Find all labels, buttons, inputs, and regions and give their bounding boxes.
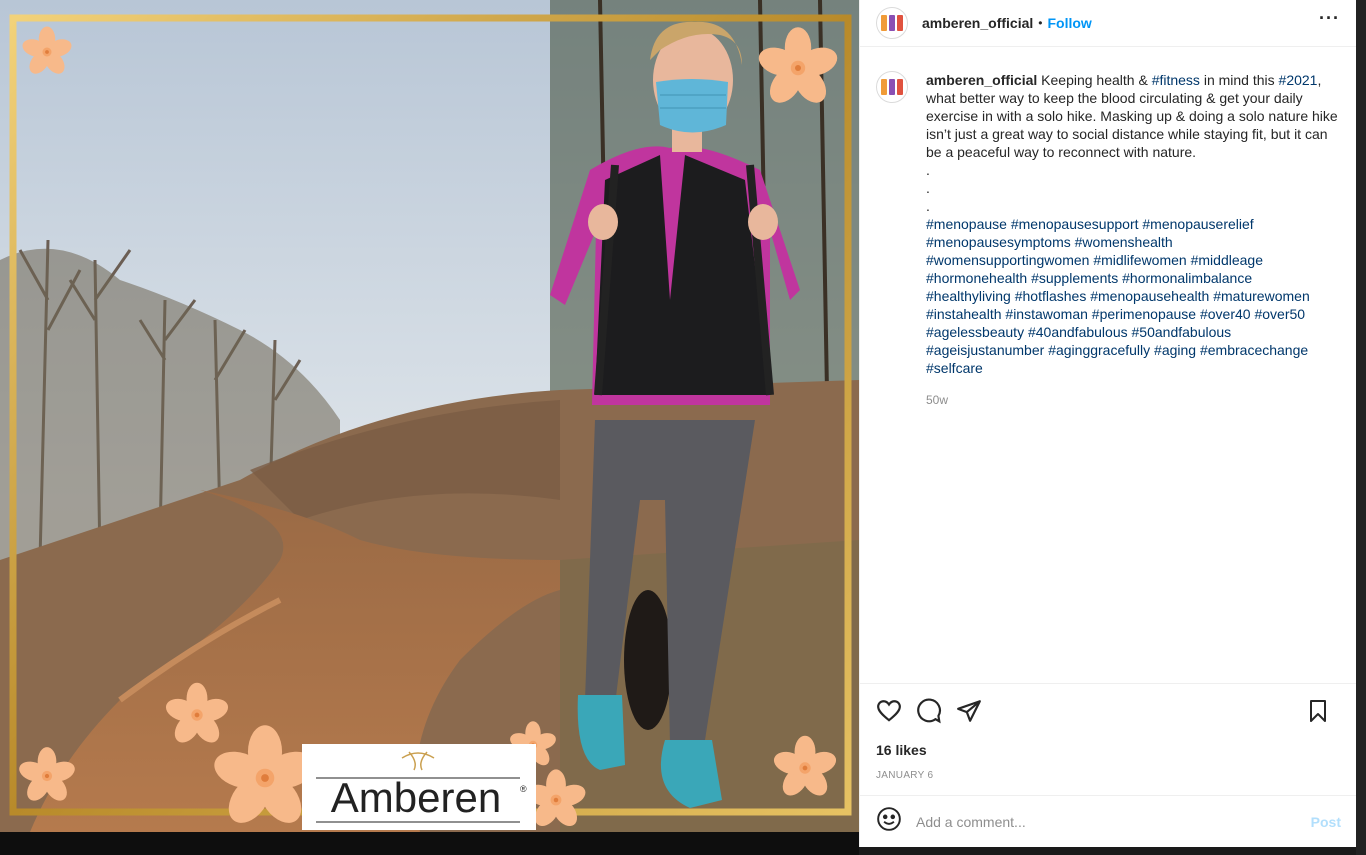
hashtag-link[interactable]: #supplements [1031,270,1118,286]
hashtag-link[interactable]: #menopause [926,216,1007,232]
hashtag-link[interactable]: #menopausehealth [1090,288,1209,304]
post-actions: 16 likes JANUARY 6 [860,683,1357,795]
hashtag-link[interactable]: #perimenopause [1092,306,1196,322]
post-image[interactable]: Amberen ® [0,0,859,832]
hashtag-link[interactable]: #midlifewomen [1093,252,1186,268]
follow-button[interactable]: Follow [1047,15,1091,31]
caption-dot: . [926,198,930,214]
post-details-panel: amberen_official • Follow ··· amberen_of… [859,0,1357,847]
hashtag-link[interactable]: #instawoman [1005,306,1088,322]
hashtag-link[interactable]: #hormonehealth [926,270,1027,286]
avatar[interactable] [876,7,908,39]
hashtag-link[interactable]: #40andfabulous [1028,324,1128,340]
header-username[interactable]: amberen_official [922,15,1033,31]
hashtag-link[interactable]: #over50 [1254,306,1305,322]
caption-text: amberen_official Keeping health & #fitne… [926,71,1340,377]
scrollbar[interactable] [1356,0,1366,855]
svg-text:®: ® [520,784,527,794]
likes-count[interactable]: 16 likes [876,742,1341,758]
comment-icon[interactable] [916,698,942,724]
hashtag-link[interactable]: #aging [1154,342,1196,358]
hashtag-link[interactable]: #ageisjustanumber [926,342,1044,358]
hashtag-link[interactable]: #fitness [1152,72,1200,88]
comment-box: Post [860,795,1357,847]
caption-area: amberen_official Keeping health & #fitne… [860,47,1356,683]
hashtag-link[interactable]: #agelessbeauty [926,324,1024,340]
hashtag-link[interactable]: #womensupportingwomen [926,252,1089,268]
hashtag-link[interactable]: #instahealth [926,306,1002,322]
hashtag-link[interactable]: #hotflashes [1015,288,1087,304]
hashtag-link[interactable]: #womenshealth [1075,234,1173,250]
caption-avatar[interactable] [876,71,908,103]
hashtag-link[interactable]: #menopauserelief [1142,216,1253,232]
hashtag-list: #menopause #menopausesupport #menopauser… [926,215,1340,377]
hashtag-link[interactable]: #2021 [1279,72,1318,88]
hashtag-link[interactable]: #hormonalimbalance [1122,270,1252,286]
caption-dot: . [926,162,930,178]
caption-dot: . [926,180,930,196]
emoji-icon[interactable] [876,806,902,837]
hashtag-link[interactable]: #maturewomen [1213,288,1310,304]
hashtag-link[interactable]: #middleage [1191,252,1263,268]
hashtag-link[interactable]: #embracechange [1200,342,1308,358]
bookmark-icon[interactable] [1307,699,1329,728]
post-time-ago[interactable]: 50w [926,393,1340,407]
background-strip [0,832,859,855]
amberen-logo: Amberen [331,774,501,821]
comment-input[interactable] [916,813,1311,830]
separator-dot: • [1038,16,1043,30]
hashtag-link[interactable]: #50andfabulous [1132,324,1232,340]
post-comment-button[interactable]: Post [1311,814,1341,830]
hashtag-link[interactable]: #menopausesupport [1011,216,1139,232]
more-options-icon[interactable]: ··· [1319,8,1340,29]
post-photo: Amberen ® [0,0,859,832]
post-date: JANUARY 6 [876,770,934,781]
action-icons [876,684,1341,738]
heart-icon[interactable] [876,698,902,724]
hashtag-link[interactable]: #healthyliving [926,288,1011,304]
hashtag-link[interactable]: #over40 [1200,306,1251,322]
caption-sentence: Keeping health & [1041,72,1152,88]
hashtag-link[interactable]: #aginggracefully [1048,342,1150,358]
share-icon[interactable] [956,698,982,724]
hashtag-link[interactable]: #menopausesymptoms [926,234,1071,250]
post-header: amberen_official • Follow ··· [860,0,1356,47]
hashtag-link[interactable]: #selfcare [926,360,983,376]
caption-username[interactable]: amberen_official [926,72,1037,88]
caption-row: amberen_official Keeping health & #fitne… [876,71,1340,377]
